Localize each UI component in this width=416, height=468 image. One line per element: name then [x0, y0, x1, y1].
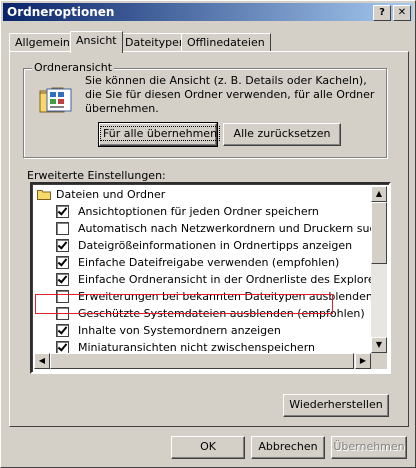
- advanced-settings-label: Erweiterte Einstellungen:: [27, 169, 166, 182]
- folder-icon: [37, 190, 51, 200]
- reset-all-folders-button[interactable]: Alle zurücksetzen: [223, 123, 341, 146]
- folder-view-icon: [39, 87, 72, 113]
- apply-to-all-label: Für alle übernehmen: [100, 126, 221, 141]
- horizontal-scroll-thumb[interactable]: [50, 353, 354, 369]
- setting-row[interactable]: Einfache Dateifreigabe verwenden (empfoh…: [34, 254, 371, 271]
- setting-checkbox[interactable]: [56, 256, 69, 269]
- vertical-scrollbar[interactable]: ▲ ▼: [371, 186, 387, 353]
- setting-label: Ansichtoptionen für jeden Ordner speiche…: [78, 205, 319, 218]
- setting-row[interactable]: Einfache Ordneransicht in der Ordnerlist…: [34, 271, 371, 288]
- ok-button[interactable]: OK: [171, 436, 245, 459]
- setting-checkbox[interactable]: [56, 273, 69, 286]
- apply-button[interactable]: Übernehmen: [331, 436, 407, 459]
- setting-row[interactable]: Inhalte von Systemordnern anzeigen: [34, 322, 371, 339]
- setting-checkbox[interactable]: [56, 341, 69, 353]
- advanced-settings-viewport: Dateien und Ordner Ansichtoptionen für j…: [34, 186, 371, 353]
- scroll-left-icon[interactable]: ◀: [34, 353, 50, 369]
- setting-label: Automatisch nach Netzwerkordnern und Dru…: [78, 222, 371, 235]
- setting-checkbox[interactable]: [56, 239, 69, 252]
- help-button[interactable]: ?: [373, 5, 391, 21]
- setting-label: Miniaturansichten nicht zwischenspeicher…: [78, 341, 315, 353]
- scroll-down-icon[interactable]: ▼: [371, 337, 387, 353]
- setting-checkbox[interactable]: [56, 324, 69, 337]
- tab-ansicht[interactable]: Ansicht: [70, 31, 123, 53]
- setting-row[interactable]: Miniaturansichten nicht zwischenspeicher…: [34, 339, 371, 353]
- folder-options-dialog: Ordneroptionen ? ✕ Allgemein Ansicht Dat…: [0, 0, 416, 468]
- setting-label: Dateigrößeinformationen in Ordnertipps a…: [78, 239, 353, 252]
- restore-defaults-button[interactable]: Wiederherstellen: [283, 394, 389, 417]
- cancel-button[interactable]: Abbrechen: [251, 436, 325, 459]
- setting-checkbox[interactable]: [56, 205, 69, 218]
- scrollbar-corner: [371, 353, 387, 369]
- tab-strip: Allgemein Ansicht Dateitypen Offlinedate…: [9, 31, 409, 53]
- setting-row[interactable]: Automatisch nach Netzwerkordnern und Dru…: [34, 220, 371, 237]
- setting-row[interactable]: Dateigrößeinformationen in Ordnertipps a…: [34, 237, 371, 254]
- folder-view-group-label: Ordneransicht: [32, 61, 115, 74]
- window-title: Ordneroptionen: [7, 5, 115, 19]
- category-label: Dateien und Ordner: [56, 188, 166, 201]
- horizontal-scrollbar[interactable]: ◀ ▶: [34, 353, 371, 369]
- tab-allgemein[interactable]: Allgemein: [9, 33, 76, 52]
- setting-label: Einfache Dateifreigabe verwenden (empfoh…: [78, 256, 340, 269]
- setting-row[interactable]: Ansichtoptionen für jeden Ordner speiche…: [34, 203, 371, 220]
- setting-label: Einfache Ordneransicht in der Ordnerlist…: [78, 273, 371, 286]
- folder-view-description: Sie können die Ansicht (z. B. Details od…: [85, 74, 375, 115]
- advanced-settings-list[interactable]: Dateien und Ordner Ansichtoptionen für j…: [30, 182, 391, 374]
- apply-to-all-folders-button[interactable]: Für alle übernehmen: [98, 122, 221, 147]
- scroll-right-icon[interactable]: ▶: [355, 353, 371, 369]
- category-row: Dateien und Ordner: [34, 186, 371, 203]
- title-bar[interactable]: Ordneroptionen ? ✕: [3, 3, 413, 21]
- close-button[interactable]: ✕: [393, 5, 411, 21]
- annotation-highlight-box: [35, 294, 333, 314]
- vertical-scroll-thumb[interactable]: [371, 202, 387, 264]
- scroll-up-icon[interactable]: ▲: [371, 186, 387, 202]
- tab-offlinedateien[interactable]: Offlinedateien: [181, 33, 271, 52]
- setting-checkbox[interactable]: [56, 222, 69, 235]
- setting-label: Inhalte von Systemordnern anzeigen: [78, 324, 281, 337]
